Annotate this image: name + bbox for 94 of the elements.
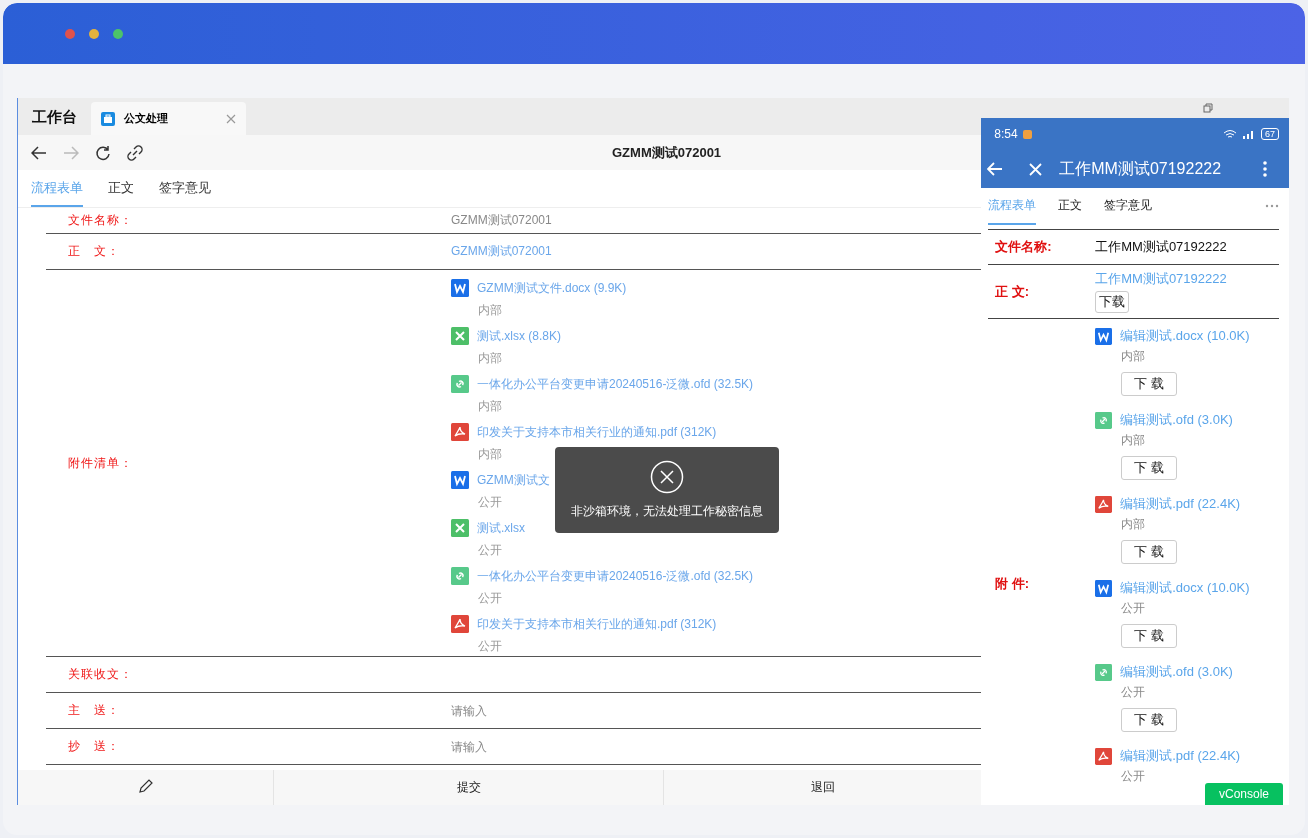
attachment-link[interactable]: 编辑测试.ofd (3.0K) [1120, 663, 1233, 681]
attachment-link[interactable]: GZMM测试文件.docx (9.9K) [477, 279, 627, 297]
document-tab[interactable]: 公文处理 [91, 102, 246, 135]
refresh-icon[interactable] [95, 144, 111, 161]
download-button[interactable]: 下 载 [1121, 540, 1177, 564]
cc-input[interactable]: 请输入 [451, 739, 651, 754]
attachment-link[interactable]: 一体化办公平台变更申请20240516-泛微.ofd (32.5K) [477, 375, 754, 393]
field-label: 抄 送： [67, 738, 121, 755]
access-level-text: 内部 [1120, 348, 1146, 365]
spreadsheet-file-icon [451, 327, 469, 345]
field-label: 文件名称: [994, 238, 1053, 256]
page-title: GZMM测试072001 [612, 143, 722, 162]
close-circle-icon [650, 460, 684, 494]
link-file-icon [451, 567, 469, 585]
recipient-input[interactable]: 请输入 [451, 703, 651, 718]
access-level-text: 公开 [477, 590, 502, 607]
minimize-dot-icon[interactable] [89, 28, 99, 39]
form-tab[interactable]: 流程表单 [31, 170, 83, 207]
pdf-file-icon [1095, 495, 1113, 513]
access-level-text: 公开 [477, 542, 502, 559]
access-level-text: 公开 [477, 638, 502, 655]
field-label: 正 文： [67, 243, 121, 260]
access-level-text: 内部 [477, 302, 502, 319]
link-file-icon [1095, 411, 1113, 429]
body-link[interactable]: GZMM测试072001 [451, 243, 552, 260]
notification-icon [1022, 129, 1032, 139]
word-file-icon [1095, 327, 1113, 345]
close-dot-icon[interactable] [65, 28, 75, 39]
attachment-link[interactable]: 测试.xlsx (8.8K) [477, 327, 561, 345]
attachment-link[interactable]: 编辑测试.docx (10.0K) [1120, 327, 1250, 345]
attachment-link[interactable]: 编辑测试.docx (10.0K) [1120, 579, 1250, 597]
attachment-link[interactable]: 一体化办公平台变更申请20240516-泛微.ofd (32.5K) [477, 567, 754, 585]
attachment-link[interactable]: 印发关于支持本市相关行业的通知.pdf (312K) [477, 423, 717, 441]
attachment-link[interactable]: 编辑测试.pdf (22.4K) [1120, 495, 1241, 513]
access-level-text: 公开 [1120, 768, 1146, 785]
more-menu-icon[interactable] [1263, 161, 1267, 177]
word-file-icon [451, 279, 469, 297]
pdf-file-icon [1095, 747, 1113, 765]
field-label: 附 件: [994, 575, 1031, 593]
restore-window-icon[interactable] [1203, 103, 1213, 113]
form-tab[interactable]: 正文 [108, 170, 134, 207]
more-icon[interactable] [1265, 204, 1279, 208]
attachment-link[interactable]: 印发关于支持本市相关行业的通知.pdf (312K) [477, 615, 717, 633]
access-level-text: 公开 [1120, 684, 1146, 701]
briefcase-icon [101, 111, 115, 126]
pdf-file-icon [451, 423, 469, 441]
access-level-text: 内部 [1120, 516, 1146, 533]
access-level-text: 内部 [477, 350, 502, 367]
back-arrow-icon[interactable] [31, 145, 47, 160]
download-button[interactable]: 下 载 [1121, 624, 1177, 648]
access-level-text: 公开 [477, 494, 502, 511]
attachment-link[interactable]: 测试.xlsx [477, 519, 525, 537]
access-level-text: 内部 [1120, 432, 1146, 449]
maximize-dot-icon[interactable] [113, 28, 123, 39]
field-label: 主 送： [67, 702, 121, 719]
link-file-icon [1095, 663, 1113, 681]
pdf-file-icon [451, 615, 469, 633]
body-link[interactable]: 工作MM测试07192222 [1095, 270, 1227, 288]
field-label: 文件名称： [67, 212, 134, 229]
attachment-link[interactable]: 编辑测试.pdf (22.4K) [1120, 747, 1241, 765]
file-name-value: 工作MM测试07192222 [1095, 238, 1227, 256]
access-level-text: 内部 [477, 446, 502, 463]
word-file-icon [451, 471, 469, 489]
wifi-icon [1223, 129, 1237, 139]
form-tab[interactable]: 签字意见 [1104, 188, 1153, 225]
word-file-icon [1095, 579, 1113, 597]
field-label: 关联收文： [67, 666, 134, 683]
field-label: 附件清单： [67, 454, 134, 472]
download-button[interactable]: 下 载 [1121, 456, 1177, 480]
download-button[interactable]: 下 载 [1121, 372, 1177, 396]
toast-message: 非沙箱环境，无法处理工作秘密信息 [571, 503, 763, 520]
file-name-value: GZMM测试072001 [451, 212, 552, 229]
pencil-icon [137, 778, 154, 794]
attachment-link[interactable]: 编辑测试.ofd (3.0K) [1120, 411, 1233, 429]
clock-text: 8:54 [994, 127, 1018, 141]
link-file-icon [451, 375, 469, 393]
download-button[interactable]: 下载 [1095, 291, 1130, 313]
attachment-link[interactable]: GZMM测试文 [477, 471, 550, 489]
app-title: 工作MM测试07192222 [1059, 158, 1223, 179]
form-tab[interactable]: 流程表单 [988, 188, 1037, 225]
access-level-text: 公开 [1120, 600, 1146, 617]
download-button[interactable]: 下 载 [1121, 708, 1177, 732]
home-tab[interactable]: 工作台 [18, 108, 91, 135]
forward-arrow-icon[interactable] [63, 145, 79, 160]
vconsole-button[interactable]: vConsole [1204, 783, 1283, 805]
battery-icon: 67 [1261, 128, 1279, 140]
signal-icon [1242, 129, 1256, 139]
field-label: 正 文: [994, 282, 1031, 301]
access-level-text: 内部 [477, 398, 502, 415]
spreadsheet-file-icon [451, 519, 469, 537]
close-icon[interactable] [226, 113, 236, 124]
link-icon[interactable] [127, 144, 143, 161]
form-tab[interactable]: 正文 [1058, 188, 1083, 225]
form-tab[interactable]: 签字意见 [159, 170, 211, 207]
